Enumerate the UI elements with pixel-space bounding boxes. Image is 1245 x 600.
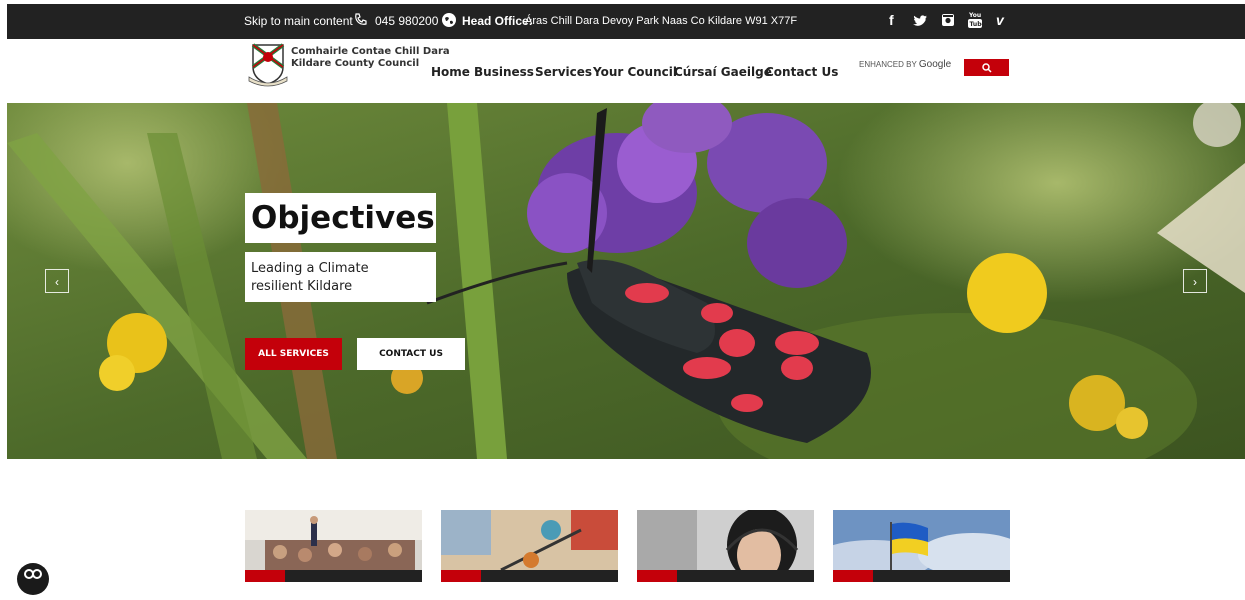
skip-to-main-link[interactable]: Skip to main content — [244, 14, 353, 28]
main-header: Comhairle Contae Chill Dara Kildare Coun… — [7, 39, 1245, 103]
hero-title: Objectives — [245, 193, 436, 243]
hero-slider: Objectives Leading a Climate resilient K… — [7, 103, 1245, 459]
head-office-address: Áras Chill Dara Devoy Park Naas Co Kilda… — [525, 15, 798, 27]
council-crest-logo[interactable] — [247, 41, 292, 87]
card-icon-tile — [833, 570, 873, 582]
facebook-icon[interactable]: f — [889, 12, 894, 28]
feature-card-2[interactable] — [441, 510, 618, 582]
accessibility-icon — [24, 569, 42, 579]
nav-contact-us[interactable]: Contact Us — [765, 65, 838, 79]
head-office-label: Head Office: — [462, 14, 533, 28]
nav-services[interactable]: Services — [535, 65, 592, 79]
phone-icon — [353, 12, 369, 33]
chevron-left-icon: ‹ — [55, 275, 59, 289]
card-icon-tile — [637, 570, 677, 582]
contact-us-button[interactable]: CONTACT US — [357, 338, 465, 370]
nav-home[interactable]: Home — [431, 65, 470, 79]
search-button[interactable] — [964, 59, 1009, 76]
youtube-icon[interactable]: You Tube — [968, 11, 986, 34]
feature-card-1[interactable] — [245, 510, 422, 582]
card-icon-tile — [441, 570, 481, 582]
nav-your-council[interactable]: Your Council — [593, 65, 677, 79]
nav-cursai-gaeilge[interactable]: Cúrsaí Gaeilge — [674, 65, 772, 79]
hero-subtitle: Leading a Climate resilient Kildare — [245, 252, 436, 302]
google-label: Google — [918, 59, 952, 70]
phone-number[interactable]: 045 980200 — [375, 14, 438, 28]
globe-icon — [441, 12, 457, 33]
all-services-button[interactable]: ALL SERVICES — [245, 338, 342, 370]
nav-business[interactable]: Business — [474, 65, 534, 79]
vimeo-icon[interactable]: v — [996, 12, 1004, 28]
hero-subtitle-line1: Leading a Climate — [251, 261, 369, 276]
slider-prev-button[interactable]: ‹ — [45, 269, 69, 293]
accessibility-widget-button[interactable] — [17, 563, 49, 595]
feature-card-4[interactable] — [833, 510, 1010, 582]
logo-text-irish[interactable]: Comhairle Contae Chill Dara — [291, 46, 450, 57]
search-icon — [981, 62, 992, 73]
hero-background-image — [7, 103, 1245, 459]
search-branding: ENHANCED BY — [859, 60, 917, 69]
search-input[interactable]: ENHANCED BY Google — [859, 59, 959, 79]
svg-text:You: You — [968, 12, 981, 19]
instagram-icon[interactable] — [941, 13, 955, 32]
top-bar: Skip to main content 045 980200 Head Off… — [7, 4, 1245, 39]
card-icon-tile — [245, 570, 285, 582]
hero-subtitle-line2: resilient Kildare — [251, 279, 353, 294]
logo-text-english[interactable]: Kildare County Council — [291, 58, 419, 69]
slider-next-button[interactable]: › — [1183, 269, 1207, 293]
svg-text:Tube: Tube — [970, 21, 983, 28]
feature-card-3[interactable] — [637, 510, 814, 582]
twitter-icon[interactable] — [913, 14, 927, 32]
chevron-right-icon: › — [1193, 275, 1197, 289]
